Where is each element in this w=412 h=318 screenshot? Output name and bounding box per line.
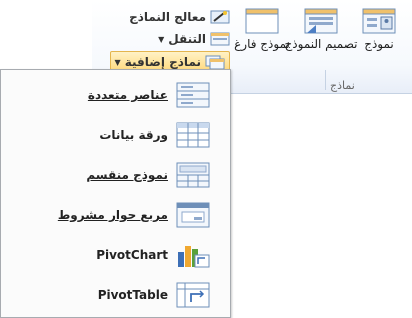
menu-item-datasheet[interactable]: ورقة بيانات [1, 120, 230, 150]
pivottable-icon [176, 282, 210, 308]
menu-item-multiple-items[interactable]: عناصر متعددة [1, 80, 230, 110]
menu-item-label: نموذج منقسم [86, 168, 168, 182]
more-forms-menu: عناصر متعددة ورقة بيانات نموذج منقسم مرب… [0, 69, 231, 318]
split-form-icon [176, 162, 210, 188]
menu-item-label: عناصر متعددة [87, 88, 168, 102]
more-forms-icon [205, 55, 225, 69]
form-wizard-button[interactable]: معالج النماذج [129, 8, 230, 26]
pivotchart-icon [178, 246, 210, 268]
navigation-label: التنقل [168, 32, 206, 46]
form-button[interactable]: نموذج [354, 8, 404, 70]
multiple-items-icon [176, 82, 210, 108]
blank-form-icon [245, 8, 279, 34]
navigation-icon [210, 32, 230, 46]
group-label: نماذج [330, 79, 355, 92]
form-design-label: تصميم النموذج [284, 37, 358, 51]
menu-item-modal-dialog[interactable]: مربع حوار مشروط [1, 200, 230, 230]
menu-item-split-form[interactable]: نموذج منقسم [1, 160, 230, 190]
blank-form-label: نموذج فارغ [234, 37, 290, 51]
form-wizard-label: معالج النماذج [129, 10, 206, 24]
menu-item-pivotchart[interactable]: PivotChart [1, 240, 230, 270]
form-icon [362, 8, 396, 34]
wizard-icon [210, 10, 230, 24]
chevron-down-icon: ▼ [158, 34, 165, 44]
more-forms-label: نماذج إضافية [124, 55, 201, 69]
form-label: نموذج [364, 37, 394, 51]
menu-item-label: PivotTable [97, 288, 168, 302]
modal-dialog-icon [176, 202, 210, 228]
menu-item-label: ورقة بيانات [99, 128, 168, 142]
group-separator [325, 70, 326, 90]
navigation-dropdown[interactable]: التنقل ▼ [158, 30, 230, 48]
chevron-down-icon: ▼ [114, 57, 121, 67]
form-design-icon [304, 8, 338, 34]
form-design-button[interactable]: تصميم النموذج [285, 8, 357, 70]
menu-item-label: مربع حوار مشروط [57, 208, 168, 222]
datasheet-icon [176, 122, 210, 148]
menu-item-pivottable[interactable]: PivotTable [1, 280, 230, 310]
menu-item-label: PivotChart [96, 248, 168, 262]
blank-form-button[interactable]: نموذج فارغ [234, 8, 290, 70]
